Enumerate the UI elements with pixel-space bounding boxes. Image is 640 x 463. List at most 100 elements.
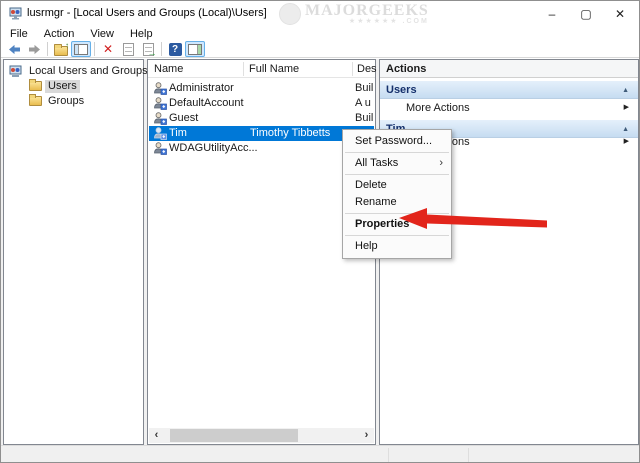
- majorgeeks-mascot-watermark: [279, 3, 301, 25]
- status-separator: [388, 448, 389, 462]
- toolbar-separator: [94, 42, 95, 56]
- menu-separator: [345, 235, 449, 236]
- folder-icon: [29, 79, 42, 91]
- local-users-groups-icon: [9, 65, 22, 77]
- menu-view[interactable]: View: [82, 27, 122, 41]
- column-separator[interactable]: [352, 62, 353, 76]
- table-row-defaultaccount[interactable]: DefaultAccount A u: [149, 96, 374, 111]
- collapse-icon[interactable]: ▲: [622, 81, 629, 100]
- action-pane-icon: [188, 43, 202, 55]
- back-icon: [8, 44, 20, 54]
- menu-separator: [345, 174, 449, 175]
- export-list-icon: →: [142, 42, 157, 57]
- console-tree-icon: [74, 43, 88, 55]
- scrollbar-track[interactable]: [164, 428, 359, 443]
- folder-icon: [29, 94, 42, 106]
- table-row-guest[interactable]: Guest Buil: [149, 111, 374, 126]
- horizontal-scrollbar: ‹ ›: [149, 428, 374, 443]
- menu-action[interactable]: Action: [36, 27, 83, 41]
- console-tree-pane: Local Users and Groups (Local) Users Gro…: [3, 59, 184, 445]
- table-row-administrator[interactable]: Administrator Buil: [149, 81, 374, 96]
- column-header-full-name[interactable]: Full Name: [249, 60, 299, 78]
- context-menu-all-tasks[interactable]: All Tasks ›: [343, 155, 451, 172]
- user-icon: [154, 112, 167, 125]
- majorgeeks-watermark: MAJORGEEKS ★★★★★★ .COM: [279, 1, 469, 27]
- expand-icon[interactable]: ▶: [624, 99, 629, 117]
- cell-name: Administrator: [169, 82, 234, 94]
- toolbar-separator: [161, 42, 162, 56]
- help-button[interactable]: ?: [165, 41, 185, 57]
- column-separator[interactable]: [243, 62, 244, 76]
- toolbar: ↑ ✕ → ?: [1, 41, 639, 58]
- cell-description: A u: [355, 97, 371, 109]
- cell-name: Tim: [169, 127, 187, 139]
- show-action-pane-button[interactable]: [185, 41, 205, 57]
- submenu-arrow-icon: ›: [439, 157, 443, 169]
- context-menu: Set Password... All Tasks › Delete Renam…: [342, 129, 452, 259]
- menu-help[interactable]: Help: [122, 27, 161, 41]
- export-list-button[interactable]: →: [138, 41, 158, 57]
- scrollbar-thumb[interactable]: [170, 429, 298, 442]
- cell-full-name: [250, 141, 352, 156]
- table-row-tim-selected[interactable]: Tim Timothy Tibbetts: [149, 126, 374, 141]
- list-header: Name Full Name Des: [148, 60, 377, 78]
- scroll-right-arrow-icon[interactable]: ›: [359, 428, 374, 443]
- forward-button[interactable]: [24, 41, 44, 57]
- table-row-wdagutilityaccount[interactable]: WDAGUtilityAcc...: [149, 141, 374, 156]
- context-menu-delete[interactable]: Delete: [343, 177, 451, 194]
- cell-full-name: [250, 111, 352, 126]
- more-actions-users[interactable]: More Actions ▶: [380, 99, 638, 117]
- all-tasks-label: All Tasks: [355, 157, 399, 169]
- properties-icon: [122, 42, 134, 56]
- delete-icon: ✕: [102, 42, 114, 56]
- up-folder-icon: ↑: [54, 41, 69, 56]
- window-title: lusrmgr - [Local Users and Groups (Local…: [27, 7, 267, 19]
- cell-description: Buil: [355, 82, 374, 94]
- more-actions-label: More Actions: [406, 102, 470, 114]
- show-console-tree-button[interactable]: [71, 41, 91, 57]
- actions-pane-title: Actions: [380, 60, 638, 78]
- menu-file[interactable]: File: [1, 27, 36, 41]
- actions-section-users[interactable]: Users ▲: [380, 80, 638, 99]
- cell-full-name: [250, 96, 352, 111]
- tree-item-groups-label: Groups: [48, 94, 85, 107]
- red-annotation-arrow: [399, 208, 547, 229]
- watermark-subtext: ★★★★★★ .COM: [348, 17, 429, 25]
- up-folder-button[interactable]: ↑: [51, 41, 71, 57]
- status-separator: [468, 448, 469, 462]
- lusrmgr-window: lusrmgr - [Local Users and Groups (Local…: [0, 0, 640, 463]
- column-header-name[interactable]: Name: [154, 60, 183, 78]
- maximize-button[interactable]: ▢: [569, 1, 603, 27]
- status-bar: [1, 445, 639, 462]
- toolbar-separator: [47, 42, 48, 56]
- cell-name: Guest: [169, 112, 199, 124]
- context-menu-set-password[interactable]: Set Password...: [343, 133, 451, 150]
- user-icon: [154, 97, 167, 110]
- tree-item-groups[interactable]: Groups: [29, 94, 87, 108]
- scroll-left-arrow-icon[interactable]: ‹: [149, 428, 164, 443]
- back-button[interactable]: [4, 41, 24, 57]
- close-button[interactable]: ✕: [603, 1, 637, 27]
- help-icon: ?: [168, 42, 182, 56]
- properties-button[interactable]: [118, 41, 138, 57]
- minimize-button[interactable]: –: [535, 1, 569, 27]
- expand-icon[interactable]: ▶: [624, 133, 629, 151]
- context-menu-help[interactable]: Help: [343, 238, 451, 255]
- menu-bar: File Action View Help: [1, 27, 639, 41]
- user-icon: [154, 127, 167, 140]
- actions-section-users-label: Users: [386, 84, 417, 96]
- watermark-text: MAJORGEEKS: [305, 1, 429, 19]
- cell-description: Buil: [355, 112, 374, 124]
- cell-full-name: Timothy Tibbetts: [250, 127, 331, 139]
- user-icon: [154, 142, 167, 155]
- tree-item-users-label: Users: [45, 79, 80, 93]
- column-header-description[interactable]: Des: [357, 60, 377, 78]
- forward-icon: [28, 44, 40, 54]
- tree-item-users[interactable]: Users: [29, 79, 80, 93]
- window-controls: – ▢ ✕: [535, 1, 637, 27]
- cell-name: DefaultAccount: [169, 97, 244, 109]
- cell-full-name: [250, 81, 352, 96]
- app-icon: [9, 7, 22, 20]
- title-bar: lusrmgr - [Local Users and Groups (Local…: [1, 1, 639, 27]
- delete-button[interactable]: ✕: [98, 41, 118, 57]
